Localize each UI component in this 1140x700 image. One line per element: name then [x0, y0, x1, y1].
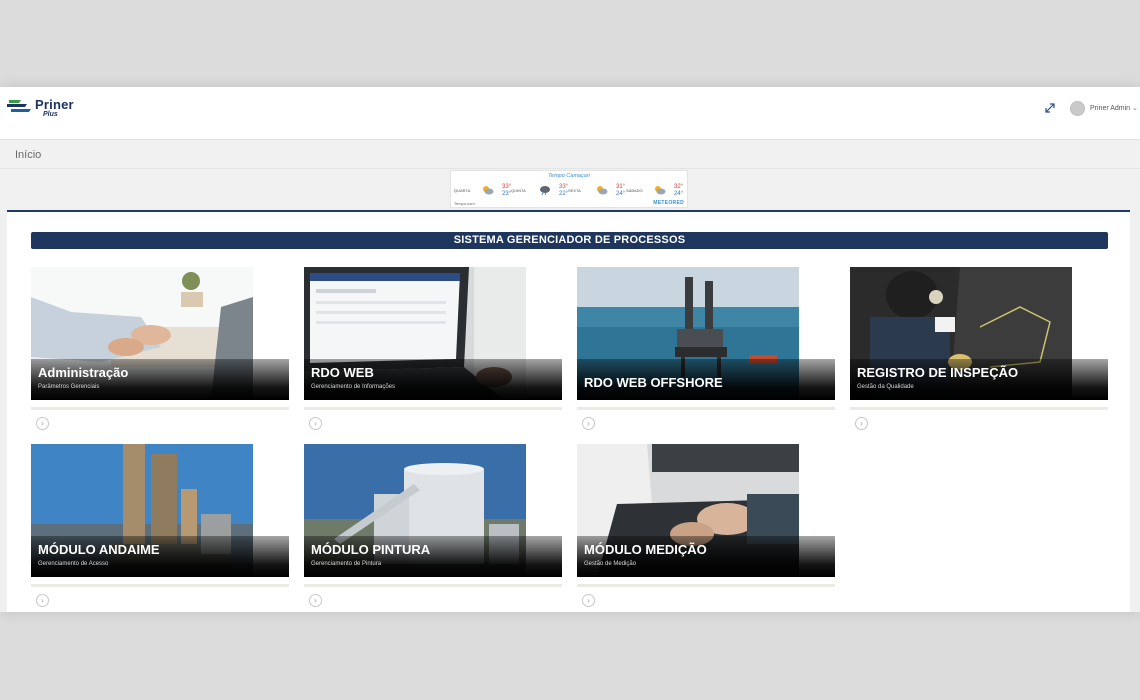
avatar — [1070, 100, 1085, 116]
cloud-sun-icon — [655, 186, 666, 195]
weather-day-name: QUARTA — [454, 188, 471, 193]
app-window: Priner Plus Priner Admin ⌄ Início Tempo … — [0, 87, 1140, 612]
arrow-circle-icon[interactable]: › — [36, 417, 49, 430]
weather-day: QUARTA 33° 23° — [454, 184, 512, 200]
module-title: RDO WEB OFFSHORE — [584, 375, 723, 390]
cloud-sun-icon — [483, 186, 494, 195]
breadcrumb-current[interactable]: Início — [15, 149, 41, 161]
weather-day: QUINTA 33° 22° — [511, 184, 569, 200]
module-subtitle: Gerenciamento de Acesso — [38, 561, 109, 567]
arrow-circle-icon[interactable]: › — [36, 594, 49, 607]
module-subtitle: Parâmetros Gerenciais — [38, 384, 100, 390]
meteored-logo[interactable]: METEORED — [653, 200, 684, 206]
weather-min-temp: 24° — [674, 191, 684, 197]
arrow-circle-icon[interactable]: › — [309, 417, 322, 430]
user-menu[interactable]: Priner Admin ⌄ — [1070, 99, 1138, 117]
main-content: SISTEMA GERENCIADOR DE PROCESSOS Adminis… — [7, 210, 1130, 612]
module-card-rdo-web-offshore[interactable]: RDO WEB OFFSHORE › — [577, 267, 835, 437]
user-name: Priner Admin — [1090, 104, 1131, 112]
logo-title: Priner — [35, 97, 74, 112]
arrow-circle-icon[interactable]: › — [855, 417, 868, 430]
module-card-medicao[interactable]: MÓDULO MEDIÇÃO Gestão de Medição › — [577, 444, 835, 612]
module-title: Administração — [38, 365, 129, 380]
divider — [577, 584, 835, 587]
storm-cloud-icon — [540, 186, 550, 195]
divider — [577, 407, 835, 410]
weather-min-temp: 24° — [616, 191, 626, 197]
weather-day-name: SÁBADO — [626, 188, 643, 193]
module-card-andaime[interactable]: MÓDULO ANDAIME Gerenciamento de Acesso › — [31, 444, 289, 612]
divider — [31, 407, 289, 410]
weather-min-temp: 22° — [559, 191, 569, 197]
module-title: MÓDULO ANDAIME — [38, 542, 160, 557]
divider — [304, 407, 562, 410]
top-bar: Priner Plus Priner Admin ⌄ — [0, 87, 1140, 140]
weather-day: SEXTA 31° 24° — [568, 184, 626, 200]
weather-title[interactable]: Tempo Camaçari — [451, 173, 687, 179]
module-card-rdo-web[interactable]: RDO WEB Gerenciamento de Informações › — [304, 267, 562, 437]
weather-day-name: QUINTA — [511, 188, 526, 193]
arrow-circle-icon[interactable]: › — [582, 417, 595, 430]
module-card-administracao[interactable]: Administração Parâmetros Gerenciais › — [31, 267, 289, 437]
weather-max-temp: 32° — [674, 184, 684, 190]
module-subtitle: Gerenciamento de Informações — [311, 384, 396, 390]
logo-subtitle: Plus — [43, 111, 58, 118]
divider — [850, 407, 1108, 410]
priner-logo-mark — [7, 100, 31, 112]
module-subtitle: Gestão de Medição — [584, 561, 637, 567]
weather-max-temp: 33° — [559, 184, 569, 190]
cloud-sun-icon — [597, 186, 608, 195]
fullscreen-expand-icon[interactable] — [1043, 101, 1057, 115]
weather-max-temp: 33° — [502, 184, 512, 190]
arrow-circle-icon[interactable]: › — [582, 594, 595, 607]
module-title: REGISTRO DE INSPEÇÃO — [857, 365, 1019, 380]
weather-source-link[interactable]: Tempo.com — [454, 201, 475, 206]
module-subtitle: Gerenciamento de Pintura — [311, 561, 382, 567]
priner-logo[interactable]: Priner Plus — [7, 97, 87, 119]
module-title: MÓDULO PINTURA — [311, 542, 431, 557]
weather-min-temp: 23° — [502, 191, 512, 197]
module-title: RDO WEB — [311, 365, 374, 380]
breadcrumb: Início — [0, 141, 1140, 169]
chevron-down-icon: ⌄ — [1132, 105, 1138, 112]
weather-max-temp: 31° — [616, 184, 626, 190]
module-card-registro-inspecao[interactable]: REGISTRO DE INSPEÇÃO Gestão da Qualidade… — [850, 267, 1108, 437]
divider — [304, 584, 562, 587]
section-title: SISTEMA GERENCIADOR DE PROCESSOS — [31, 232, 1108, 249]
arrow-circle-icon[interactable]: › — [309, 594, 322, 607]
weather-day-name: SEXTA — [568, 188, 581, 193]
module-subtitle: Gestão da Qualidade — [857, 384, 914, 390]
weather-widget[interactable]: Tempo Camaçari QUARTA 33° 23° QUINTA 33°… — [450, 170, 688, 208]
weather-day: SÁBADO 32° 24° — [626, 184, 684, 200]
divider — [31, 584, 289, 587]
module-card-pintura[interactable]: MÓDULO PINTURA Gerenciamento de Pintura … — [304, 444, 562, 612]
module-title: MÓDULO MEDIÇÃO — [584, 542, 707, 557]
